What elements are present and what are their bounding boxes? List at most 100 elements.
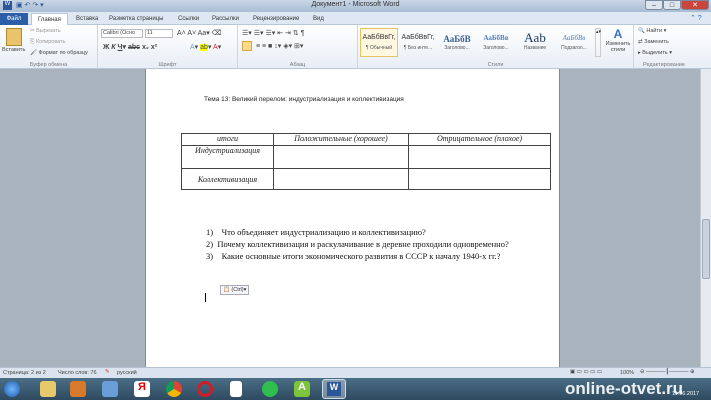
table-cell[interactable] <box>408 168 551 190</box>
media-player-icon[interactable] <box>70 381 86 397</box>
paste-options-label: (Ctrl) <box>231 287 244 293</box>
paste-button[interactable]: Вставить <box>2 47 25 53</box>
opera-icon[interactable] <box>197 381 213 397</box>
zoom-slider[interactable]: ⊖ ─────┃───── ⊕ <box>640 369 695 375</box>
style-heading1[interactable]: АаБбВ Заголово... <box>438 28 476 57</box>
find-label: Найти <box>646 28 663 34</box>
tab-review[interactable]: Рецензирование <box>247 13 305 25</box>
table-cell[interactable] <box>273 145 409 169</box>
editing-group: 🔍 Найти ▾ ⇄ Заменить ▸ Выделить ▾ Редакт… <box>634 25 694 69</box>
document-heading: Тема 13: Великий перелом: индустриализац… <box>204 96 404 103</box>
tab-view[interactable]: Вид <box>307 13 330 25</box>
ribbon: Вставить ✂ Вырезать ⎘ Копировать 🖌 Форма… <box>0 25 711 69</box>
language[interactable]: русский <box>117 370 137 376</box>
styles-scroll[interactable]: ▴▾ <box>595 28 601 57</box>
format-painter-label: Формат по образцу <box>38 50 88 56</box>
tab-references[interactable]: Ссылки <box>172 13 205 25</box>
replace-button[interactable]: ⇄ Заменить <box>638 39 669 45</box>
table-cell[interactable]: Индустриализация <box>181 145 274 169</box>
style-title[interactable]: Aab Название <box>516 28 554 57</box>
proofing-icon[interactable]: ✎ <box>105 369 110 375</box>
clipboard-group-label: Буфер обмена <box>29 62 68 68</box>
font-name-select[interactable]: Calibri (Осно <box>101 29 143 38</box>
page-count[interactable]: Страница: 2 из 2 <box>3 370 46 376</box>
style-subtitle[interactable]: АаБбВв Подзагол... <box>555 28 593 57</box>
style-heading2[interactable]: АаБбВв Заголово... <box>477 28 515 57</box>
table-header: итоги <box>181 133 274 146</box>
copy-label: Копировать <box>35 39 66 45</box>
table-header: Отрицательное (плохое) <box>408 133 551 146</box>
style-name: Подзагол... <box>561 45 587 51</box>
replace-label: Заменить <box>644 39 669 45</box>
word-taskbar-button[interactable]: W <box>322 379 346 399</box>
question-text: Что объединяет индустриализацию и коллек… <box>221 227 426 237</box>
table-header: Положительные (хорошее) <box>273 133 409 146</box>
minimize-button[interactable]: – <box>645 0 663 10</box>
paste-options-button[interactable]: 📋 (Ctrl)▾ <box>220 285 250 295</box>
window-title: Документ1 - Microsoft Word <box>311 1 400 8</box>
tab-home[interactable]: Главная <box>31 13 68 25</box>
chrome-icon[interactable] <box>166 381 182 397</box>
cut-button[interactable]: ✂ Вырезать <box>30 28 61 34</box>
format-painter-button[interactable]: 🖌 Формат по образцу <box>30 50 88 56</box>
question-number: 3) <box>206 251 214 261</box>
style-no-spacing[interactable]: АаБбВвГг, ¶ Без инте... <box>399 28 437 57</box>
watermark: online-otvet.ru <box>565 379 684 398</box>
font-size-select[interactable]: 11 <box>145 29 173 38</box>
font-format-buttons[interactable]: Ж К Ч▾ abc x₂ x² <box>103 43 157 51</box>
tab-file[interactable]: Файл <box>0 13 28 25</box>
style-preview: Aab <box>524 30 546 45</box>
close-button[interactable]: ✕ <box>681 0 709 10</box>
styles-group-label: Стили <box>487 62 504 68</box>
style-preview: АаБбВвГг, <box>401 34 435 41</box>
styles-group: АаБбВвГг, ¶ Обычный АаБбВвГг, ¶ Без инте..… <box>358 25 634 69</box>
style-preview: АаБбВ <box>443 34 471 44</box>
document-page[interactable]: Тема 13: Великий перелом: индустриализац… <box>145 69 560 367</box>
table-cell[interactable]: Коллективизация <box>181 168 274 190</box>
clock-date[interactable]: 11.06.2017 <box>672 391 699 397</box>
font-color-buttons[interactable]: A▾ ab▾ A▾ <box>190 43 221 51</box>
document-icon[interactable] <box>230 381 242 397</box>
app-a-icon[interactable]: A <box>294 381 310 397</box>
alignment-buttons[interactable]: ≡ ≡ ■ ↕▾ ◈▾ ⊞▾ <box>256 42 303 50</box>
start-button[interactable] <box>4 381 20 397</box>
document-area: Тема 13: Великий перелом: индустриализац… <box>0 69 700 367</box>
question-list: 1) Что объединяет индустриализацию и кол… <box>206 226 531 262</box>
question-text: Почему коллективизация и раскулачивание … <box>217 239 509 249</box>
whatsapp-icon[interactable] <box>262 381 278 397</box>
maximize-button[interactable]: □ <box>663 0 681 10</box>
text-cursor <box>205 293 206 302</box>
scrollbar-thumb[interactable] <box>702 219 710 279</box>
word-count[interactable]: Число слов: 76 <box>58 370 97 376</box>
table-cell[interactable] <box>273 168 409 190</box>
volume-icon[interactable] <box>102 381 118 397</box>
question-number: 1) <box>206 227 214 237</box>
tab-page-layout[interactable]: Разметка страницы <box>103 13 169 25</box>
find-button[interactable]: 🔍 Найти ▾ <box>638 28 666 34</box>
style-name: Заголово... <box>444 45 470 51</box>
style-name: Заголово... <box>483 45 509 51</box>
cut-label: Вырезать <box>36 28 61 34</box>
view-buttons[interactable]: ▣ ▭ ▭ ▭ ▭ <box>570 369 602 375</box>
list-buttons[interactable]: ☰▾ ☰▾ ☰▾ ⇤ ⇥ ⇅ ¶ <box>242 29 304 37</box>
explorer-icon[interactable] <box>40 381 56 397</box>
style-name: ¶ Без инте... <box>403 45 433 51</box>
font-group: Calibri (Осно 11 A˄ A˅ Aa▾ ⌫ Ж К Ч▾ abc … <box>98 25 238 69</box>
style-name: ¶ Обычный <box>365 45 393 51</box>
yandex-icon[interactable]: Я <box>134 381 150 397</box>
vertical-scrollbar[interactable] <box>700 69 711 367</box>
tab-mailings[interactable]: Рассылки <box>206 13 245 25</box>
zoom-level[interactable]: 100% <box>620 370 634 376</box>
tab-insert[interactable]: Вставка <box>70 13 104 25</box>
question-number: 2) <box>206 239 214 249</box>
change-styles-button[interactable]: A Изменить стили <box>603 27 633 53</box>
align-left-button[interactable] <box>242 41 252 51</box>
copy-button[interactable]: ⎘ Копировать <box>30 39 66 46</box>
style-normal[interactable]: АаБбВвГг, ¶ Обычный <box>360 28 398 57</box>
font-size-buttons[interactable]: A˄ A˅ Aa▾ ⌫ <box>177 29 222 37</box>
table-cell[interactable] <box>408 145 551 169</box>
select-label: Выделить <box>642 50 668 56</box>
clipboard-group: Вставить ✂ Вырезать ⎘ Копировать 🖌 Форма… <box>0 25 98 69</box>
help-icon[interactable]: ⌃ ? <box>690 14 702 22</box>
select-button[interactable]: ▸ Выделить ▾ <box>638 50 672 56</box>
